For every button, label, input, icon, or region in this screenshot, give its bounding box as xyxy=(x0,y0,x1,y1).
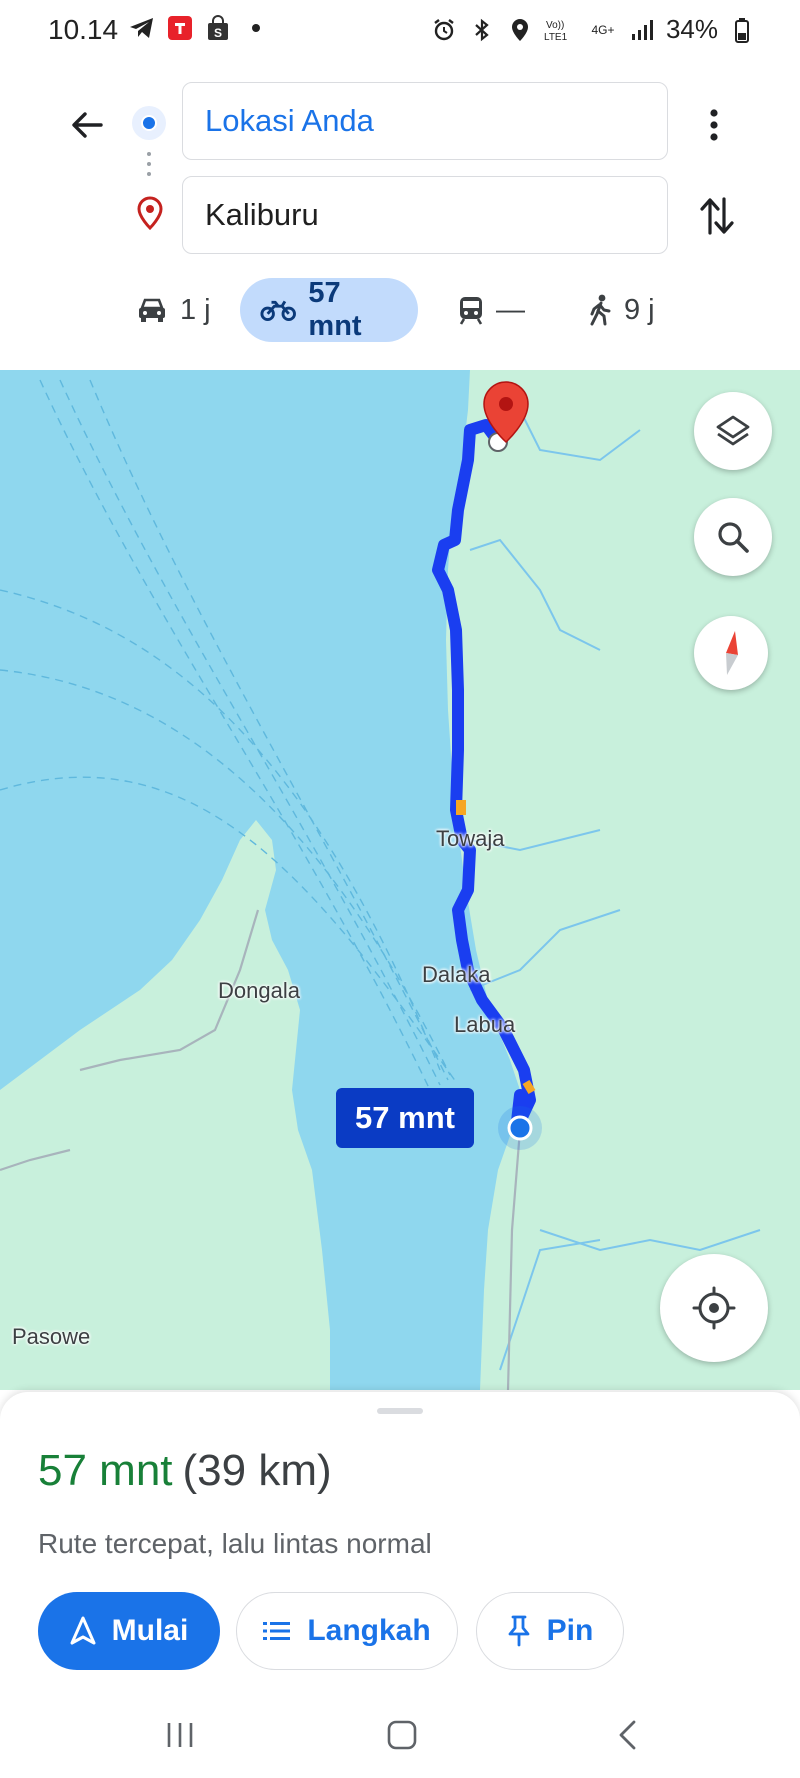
status-bar: 10.14 S Vo)) LTE1 4G+ 34% xyxy=(0,0,800,60)
pushpin-icon xyxy=(508,1615,530,1647)
svg-text:Vo)): Vo)) xyxy=(546,20,564,31)
layers-icon xyxy=(716,415,750,446)
my-location-button[interactable] xyxy=(660,1254,768,1362)
destination-pin-icon xyxy=(137,196,163,230)
location-icon xyxy=(506,16,534,44)
motorcycle-icon xyxy=(260,300,296,322)
system-nav-bar xyxy=(0,1692,800,1778)
system-status: Vo)) LTE1 4G+ 34% xyxy=(430,14,756,45)
route-note: Rute tercepat, lalu lintas normal xyxy=(38,1528,432,1559)
back-nav-button[interactable] xyxy=(598,1710,658,1760)
battery-icon xyxy=(728,16,756,44)
route-duration: 57 mnt xyxy=(38,1446,173,1495)
tab-motorcycle[interactable]: 57 mnt xyxy=(240,277,418,342)
pin-label: Pin xyxy=(546,1614,594,1647)
route-connector-dots xyxy=(147,152,151,176)
my-location-icon xyxy=(692,1286,736,1330)
navigation-arrow-icon xyxy=(70,1616,96,1645)
notification-icons: S xyxy=(128,14,270,42)
telegram-icon xyxy=(128,14,156,42)
volte-icon: Vo)) LTE1 xyxy=(544,16,578,44)
list-icon xyxy=(263,1622,291,1640)
svg-text:LTE1: LTE1 xyxy=(544,32,568,42)
walk-duration: 9 j xyxy=(624,293,655,326)
battery-percent: 34% xyxy=(665,14,718,44)
car-icon xyxy=(139,298,165,322)
sheet-drag-handle[interactable] xyxy=(377,1408,423,1414)
map-label-labua: Labua xyxy=(454,1012,516,1037)
arrow-back-icon xyxy=(72,112,103,138)
layers-button[interactable] xyxy=(694,392,772,470)
chevron-left-icon xyxy=(619,1720,636,1750)
recent-apps-button[interactable] xyxy=(150,1710,210,1760)
back-button[interactable] xyxy=(62,100,112,150)
network-type: 4G+ xyxy=(591,22,615,37)
map-label-dalaka: Dalaka xyxy=(422,962,491,987)
home-icon xyxy=(387,1720,417,1750)
signal-icon xyxy=(628,16,656,44)
status-time: 10.14 xyxy=(48,14,119,45)
swap-route-button[interactable] xyxy=(692,188,742,244)
steps-label: Langkah xyxy=(307,1614,431,1647)
pin-button[interactable]: Pin xyxy=(476,1592,624,1670)
walk-icon xyxy=(590,294,611,326)
map-view[interactable]: Towaja Dalaka Labua Dongala Pasowe 57 mn… xyxy=(0,370,800,1390)
car-duration: 1 j xyxy=(180,293,211,326)
motorcycle-duration: 57 mnt xyxy=(308,277,362,342)
map-label-pasowe: Pasowe xyxy=(12,1324,91,1349)
tab-car[interactable]: 1 j xyxy=(136,278,211,342)
current-location-dot xyxy=(507,1115,533,1141)
sea-area xyxy=(0,370,520,1390)
transit-duration: — xyxy=(496,293,525,326)
svg-text:S: S xyxy=(214,26,222,40)
map-label-towaja: Towaja xyxy=(436,826,505,851)
shop-bag-icon: S xyxy=(204,14,232,42)
directions-header: Lokasi Anda Kaliburu 1 j 57 mnt — 9 j xyxy=(0,60,800,370)
start-label: Mulai xyxy=(111,1614,189,1647)
more-options-button[interactable] xyxy=(694,100,734,150)
swap-vert-icon xyxy=(700,197,734,235)
tab-walk[interactable]: 9 j xyxy=(588,278,655,342)
tiket-app-icon xyxy=(166,14,194,42)
destination-field[interactable]: Kaliburu xyxy=(182,176,668,254)
dot-icon xyxy=(242,14,270,42)
home-button[interactable] xyxy=(372,1710,432,1760)
more-vert-icon xyxy=(710,109,718,141)
compass-button[interactable] xyxy=(694,616,768,690)
start-button[interactable]: Mulai xyxy=(38,1592,220,1670)
compass-icon xyxy=(726,631,738,675)
route-summary: 57 mnt (39 km) xyxy=(38,1446,332,1496)
eta-bubble[interactable]: 57 mnt xyxy=(336,1088,474,1148)
tab-transit[interactable]: — xyxy=(458,278,525,342)
origin-dot-icon xyxy=(132,106,166,140)
route-distance: (39 km) xyxy=(182,1446,332,1495)
bluetooth-icon xyxy=(468,16,496,44)
steps-button[interactable]: Langkah xyxy=(236,1592,458,1670)
traffic-segment xyxy=(522,1079,536,1095)
search-icon xyxy=(718,522,749,553)
origin-field[interactable]: Lokasi Anda xyxy=(182,82,668,160)
alarm-icon xyxy=(430,16,458,44)
route-summary-sheet[interactable]: 57 mnt (39 km) Rute tercepat, lalu linta… xyxy=(0,1392,800,1692)
recent-apps-icon xyxy=(167,1723,193,1747)
search-along-route-button[interactable] xyxy=(694,498,772,576)
train-icon xyxy=(459,297,483,325)
travel-mode-tabs: 1 j 57 mnt — 9 j xyxy=(0,277,800,342)
map-label-dongala: Dongala xyxy=(218,978,300,1003)
map-canvas xyxy=(0,370,761,1390)
